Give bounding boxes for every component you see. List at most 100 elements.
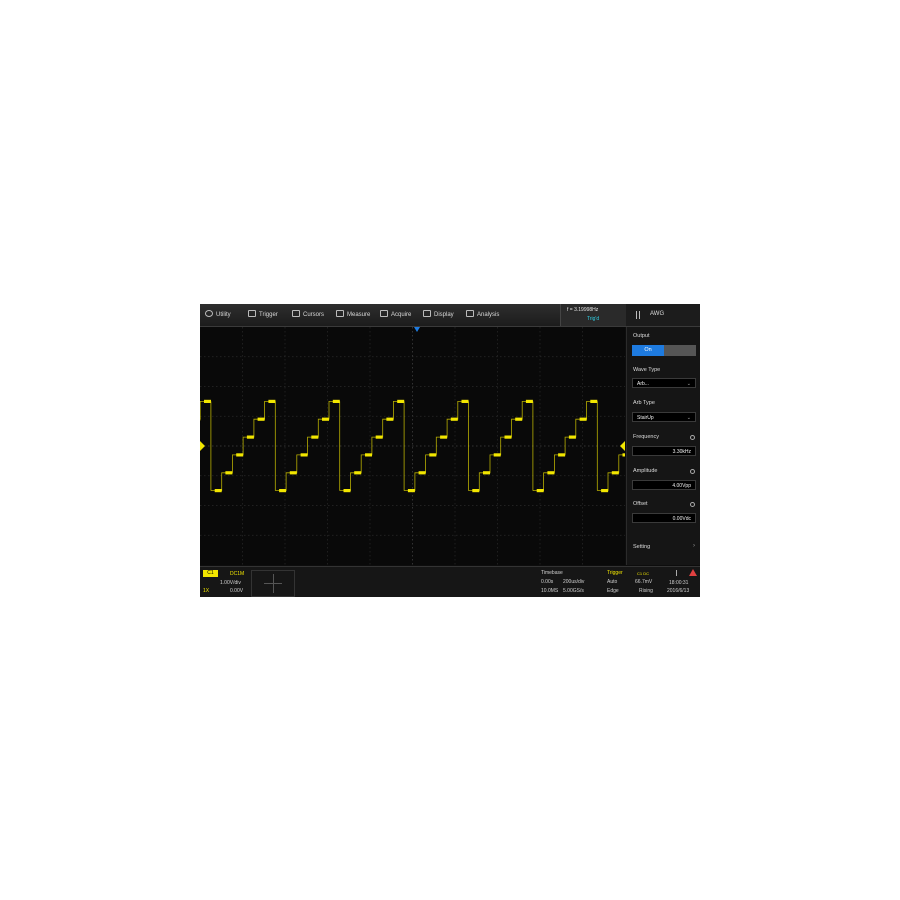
offset-field[interactable]: 0.00Vdc (632, 513, 696, 523)
trace-step (504, 435, 512, 439)
chevron-down-icon: ⌄ (686, 415, 691, 421)
trace-step (300, 453, 308, 457)
trace-step (332, 399, 340, 403)
awg-panel: Output On Wave Type Arb... ⌄ Arb Type St… (626, 327, 700, 565)
trace-step (579, 417, 587, 421)
measure-icon (336, 310, 344, 317)
output-label: Output (633, 333, 650, 339)
trace-step (386, 417, 394, 421)
arb-type-label: Arb Type (633, 400, 655, 406)
channel-probe: 1X (203, 588, 210, 594)
offset-label: Offset (633, 501, 648, 507)
menu-display[interactable]: Display (423, 304, 454, 326)
channel-offset: 0.00V (230, 588, 244, 594)
frequency-counter-value: f = 3.19998Hz (567, 307, 599, 313)
analysis-icon (466, 310, 474, 317)
timebase-delay: 0.00s (541, 579, 554, 585)
trigger-position-marker[interactable] (414, 327, 420, 332)
trace-step (472, 489, 480, 493)
cursors-icon (292, 310, 300, 317)
trace-step (343, 489, 351, 493)
trace-step (289, 471, 297, 475)
display-icon (423, 310, 431, 317)
awg-tab[interactable]: AWG (626, 304, 700, 326)
menu-acquire[interactable]: Acquire (380, 304, 411, 326)
warning-icon[interactable] (689, 569, 697, 576)
trace-step (450, 417, 458, 421)
frequency-label: Frequency (633, 434, 659, 440)
trace-step (483, 471, 490, 475)
adjust-knob-icon (690, 435, 695, 440)
trace-step (515, 417, 523, 421)
trace-step (461, 399, 469, 403)
channel-scale: 1.00V/div (220, 580, 241, 586)
trace-step (493, 453, 501, 457)
trace-step (365, 453, 372, 457)
trace-step (547, 471, 555, 475)
memory-depth: 10.0MS (541, 588, 559, 594)
plus-icon-vertical (273, 574, 274, 593)
frequency-field[interactable]: 3.30kHz (632, 446, 696, 456)
trace-step (440, 435, 448, 439)
output-on-option[interactable]: On (632, 345, 664, 356)
status-bar: C1 DC1M 1.00V/div 1X 0.00V Timebase 0.00… (200, 566, 700, 597)
wave-type-select[interactable]: Arb... ⌄ (632, 378, 696, 388)
menu-cursors[interactable]: Cursors (292, 304, 324, 326)
awg-tab-label: AWG (650, 311, 665, 317)
clock-area: 18:00:31 2016/6/13 (662, 567, 700, 597)
setting-label: Setting (633, 544, 651, 550)
trace-step (407, 489, 415, 493)
trace-step (246, 435, 254, 439)
trace-step (257, 417, 265, 421)
usb-icon (676, 570, 682, 576)
channel-info-box[interactable]: C1 DC1M 1.00V/div 1X 0.00V (200, 567, 250, 597)
trace-step (311, 435, 319, 439)
trigger-slope: Rising (639, 588, 653, 594)
trace-step (397, 399, 405, 403)
trigger-icon (248, 310, 256, 317)
waveform-grid (200, 327, 700, 565)
trace-step (558, 453, 566, 457)
trace-step (611, 471, 619, 475)
trigger-info[interactable]: Trigger C1 DC Auto 66.7mV Edge Rising (605, 567, 661, 597)
trace-step (536, 489, 544, 493)
sample-rate: 5.00GS/s (563, 588, 584, 594)
amplitude-field[interactable]: 4.00Vpp (632, 480, 696, 490)
trace-step (429, 453, 437, 457)
trigger-mode: Auto (607, 579, 618, 585)
trace-step (601, 489, 609, 493)
waveform-display[interactable] (200, 327, 700, 565)
frequency-counter: f = 3.19998Hz Trig'd (560, 304, 628, 326)
trigger-level: 66.7mV (635, 579, 653, 585)
trace-step (354, 471, 362, 475)
trace-step (322, 417, 329, 421)
oscilloscope-window: Utility Trigger Cursors Measure Acquire … (200, 304, 700, 597)
chevron-down-icon: ⌄ (686, 381, 691, 387)
trace-step (590, 399, 598, 403)
chevron-right-icon: › (693, 543, 695, 549)
trigger-label: Trigger (607, 570, 623, 576)
timebase-info[interactable]: Timebase 0.00s 200us/div 10.0MS 5.00GS/s (538, 567, 604, 597)
trace-step (268, 399, 276, 403)
trigger-type: Edge (607, 588, 619, 594)
trigger-level-marker[interactable] (620, 441, 625, 451)
trace-step (568, 435, 576, 439)
clock-time: 18:00:31 (669, 580, 689, 586)
menu-utility[interactable]: Utility (205, 304, 231, 326)
output-toggle[interactable]: On (632, 345, 696, 356)
utility-icon (205, 310, 213, 317)
trace-step (214, 489, 222, 493)
menu-trigger[interactable]: Trigger (248, 304, 278, 326)
menu-measure[interactable]: Measure (336, 304, 370, 326)
add-channel-button[interactable] (251, 570, 295, 597)
adjust-knob-icon (690, 469, 695, 474)
menu-analysis[interactable]: Analysis (466, 304, 499, 326)
trigger-source: C1 DC (637, 571, 650, 576)
arb-type-select[interactable]: StairUp ⌄ (632, 412, 696, 422)
trace-step (225, 471, 233, 475)
channel-offset-marker[interactable] (200, 441, 205, 451)
setting-button[interactable]: Setting › (627, 533, 700, 565)
channel-coupling: DC1M (230, 571, 245, 577)
clock-date: 2016/6/13 (667, 588, 690, 594)
trace-step (204, 399, 211, 403)
